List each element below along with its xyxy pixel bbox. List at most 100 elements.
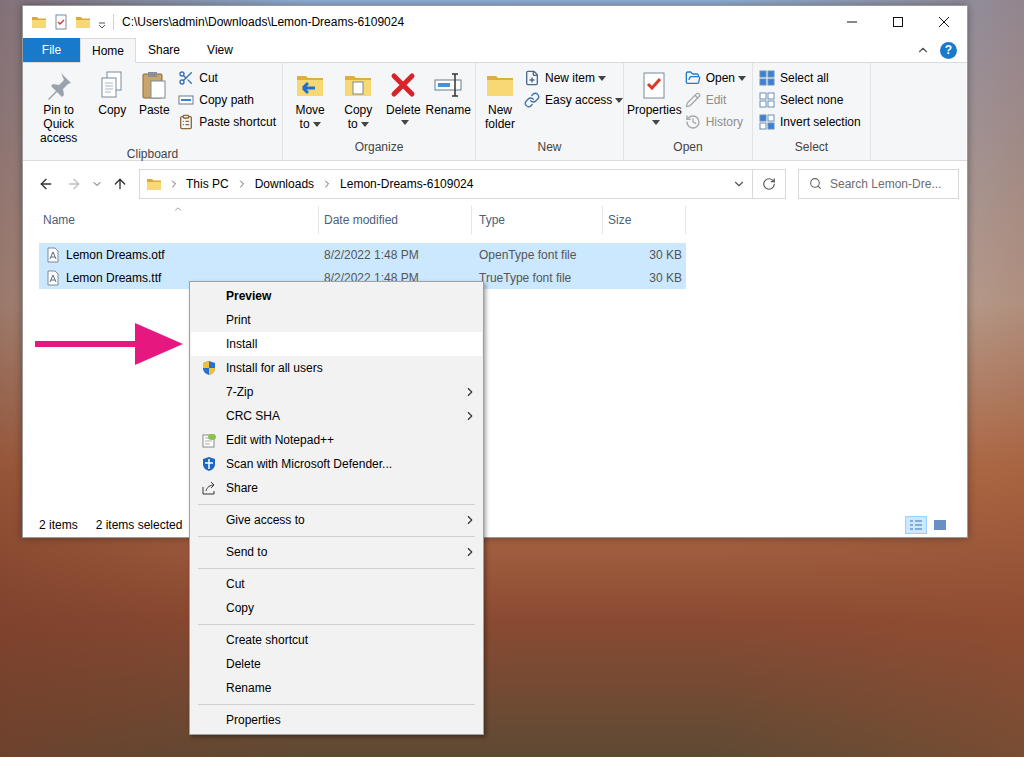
breadcrumb[interactable]: Downloads xyxy=(255,175,314,193)
properties-quick-icon[interactable] xyxy=(53,14,69,30)
details-view-button[interactable] xyxy=(905,516,927,534)
ribbon-small-button[interactable]: New item xyxy=(522,67,625,89)
chevron-down-icon xyxy=(732,177,746,191)
ribbon-button-column: New itemEasy access xyxy=(522,67,625,111)
menu-item[interactable]: Install xyxy=(191,332,482,356)
context-menu: PreviewPrintInstallInstall for all users… xyxy=(189,281,484,735)
breadcrumb-chevron-icon xyxy=(236,178,248,190)
maximize-icon xyxy=(893,17,903,27)
forward-button[interactable] xyxy=(61,176,87,192)
menu-separator xyxy=(190,564,483,572)
menu-item[interactable]: Preview xyxy=(191,284,482,308)
details-view-icon xyxy=(909,519,923,531)
menu-item[interactable]: Properties xyxy=(191,708,482,732)
ribbon-small-button[interactable]: Edit xyxy=(683,89,748,111)
menu-item[interactable]: CRC SHA xyxy=(191,404,482,428)
ribbon-small-button[interactable]: Paste shortcut xyxy=(176,111,278,133)
ribbon-small-button[interactable]: Copy path xyxy=(176,89,278,111)
back-button[interactable] xyxy=(31,176,61,192)
breadcrumb[interactable]: This PC xyxy=(186,175,229,193)
breadcrumb[interactable]: Lemon-Dreams-6109024 xyxy=(340,175,473,193)
invert-selection-icon xyxy=(759,114,775,130)
ribbon-small-button[interactable]: History xyxy=(683,111,748,133)
search-box[interactable]: Search Lemon-Dre... xyxy=(798,169,959,199)
breadcrumb-chevron-icon xyxy=(168,178,180,190)
column-header[interactable]: Type xyxy=(472,206,603,234)
recent-locations-button[interactable] xyxy=(87,178,107,190)
menu-separator xyxy=(190,620,483,628)
column-header[interactable]: Size xyxy=(603,206,686,234)
ribbon-small-button[interactable]: Select none xyxy=(757,89,863,111)
up-button[interactable] xyxy=(107,176,133,192)
ribbon-group: Move toCopy toDeleteRenameOrganize xyxy=(283,63,476,160)
copy-path-icon xyxy=(178,92,194,108)
ribbon-large-button[interactable]: Paste xyxy=(134,67,174,117)
navigation-bar: This PC Downloads Lemon-Dreams-6109024 Sear… xyxy=(23,161,967,206)
ribbon-small-button[interactable]: Easy access xyxy=(522,89,625,111)
help-button[interactable]: ? xyxy=(940,42,957,59)
menu-item[interactable]: 7-Zip xyxy=(191,380,482,404)
ribbon-tab[interactable]: Share xyxy=(136,38,192,62)
ribbon-group: Select allSelect noneInvert selectionSel… xyxy=(753,63,871,160)
menu-item[interactable]: Send to xyxy=(191,540,482,564)
ribbon-large-button[interactable]: New folder xyxy=(480,67,520,131)
menu-item[interactable]: Rename xyxy=(191,676,482,700)
menu-item[interactable]: Create shortcut xyxy=(191,628,482,652)
rename-icon xyxy=(432,69,464,101)
ribbon-group: Pin to Quick accessCopyPasteCutCopy path… xyxy=(23,63,283,160)
menu-item[interactable]: Delete xyxy=(191,652,482,676)
title-bar: C:\Users\admin\Downloads\Lemon-Dreams-61… xyxy=(23,6,967,38)
dropdown-caret-icon xyxy=(615,98,623,103)
menu-item[interactable]: Give access to xyxy=(191,508,482,532)
dropdown-caret-icon xyxy=(401,120,409,125)
ribbon-group: New folderNew itemEasy accessNew xyxy=(476,63,624,160)
address-dropdown[interactable] xyxy=(726,177,752,191)
ribbon-button-column: CutCopy pathPaste shortcut xyxy=(176,67,278,133)
address-bar[interactable]: This PC Downloads Lemon-Dreams-6109024 xyxy=(139,169,753,199)
minimize-button[interactable] xyxy=(829,6,875,38)
menu-item[interactable]: Scan with Microsoft Defender... xyxy=(191,452,482,476)
menu-item[interactable]: Share xyxy=(191,476,482,500)
search-icon xyxy=(809,177,822,190)
close-button[interactable] xyxy=(921,6,967,38)
selection-count: 2 items selected xyxy=(96,516,183,534)
ribbon-large-button[interactable]: Pin to Quick access xyxy=(27,67,90,145)
maximize-button[interactable] xyxy=(875,6,921,38)
file-row[interactable]: Lemon Dreams.otf8/2/2022 1:48 PMOpenType… xyxy=(39,243,686,266)
back-arrow-icon xyxy=(38,176,54,192)
ribbon-large-button[interactable]: Delete xyxy=(383,67,423,127)
ribbon-tab[interactable]: Home xyxy=(80,38,136,63)
ribbon-group-label: Clipboard xyxy=(23,145,282,167)
ribbon-large-button[interactable]: Move to xyxy=(287,67,333,131)
ribbon-large-button[interactable]: Rename xyxy=(425,67,471,117)
file-tab[interactable]: File xyxy=(23,38,80,62)
ribbon-small-button[interactable]: Open xyxy=(683,67,748,89)
ribbon-small-button[interactable]: Invert selection xyxy=(757,111,863,133)
menu-item[interactable]: Print xyxy=(191,308,482,332)
ribbon-tab[interactable]: View xyxy=(192,38,248,62)
submenu-arrow-icon xyxy=(463,513,477,527)
new-folder-quick-icon xyxy=(75,14,91,30)
ribbon-large-button[interactable]: Properties xyxy=(628,67,681,127)
column-header[interactable]: Name xyxy=(39,206,319,234)
ribbon-large-button[interactable]: Copy xyxy=(92,67,132,117)
ribbon-small-button[interactable]: Select all xyxy=(757,67,863,89)
ribbon-small-button[interactable]: Cut xyxy=(176,67,278,89)
share-icon xyxy=(201,480,217,496)
refresh-button[interactable] xyxy=(753,169,786,199)
menu-item[interactable]: Edit with Notepad++ xyxy=(191,428,482,452)
copy-to-icon xyxy=(342,69,374,101)
menu-item[interactable]: Install for all users xyxy=(191,356,482,380)
ribbon-large-button[interactable]: Copy to xyxy=(335,67,381,131)
dropdown-caret-icon xyxy=(652,120,660,125)
collapse-ribbon-icon[interactable] xyxy=(916,43,930,57)
large-icons-view-icon xyxy=(933,519,947,531)
dropdown-caret-icon xyxy=(313,122,321,127)
defender-shield-icon xyxy=(201,456,217,472)
dropdown-caret-icon xyxy=(598,76,606,81)
column-header[interactable]: Date modified xyxy=(319,206,472,234)
menu-item[interactable]: Cut xyxy=(191,572,482,596)
menu-item[interactable]: Copy xyxy=(191,596,482,620)
large-icons-view-button[interactable] xyxy=(929,516,951,534)
customize-toolbar-icon[interactable] xyxy=(97,14,107,30)
